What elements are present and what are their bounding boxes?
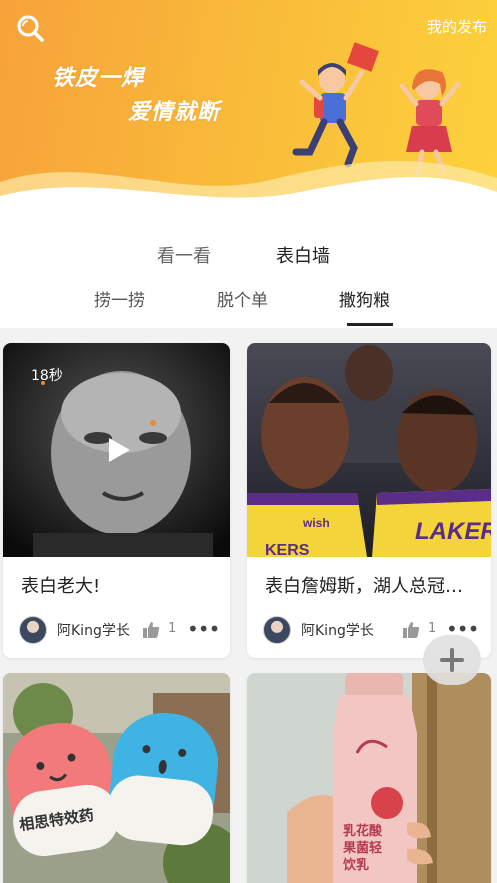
svg-text:wish: wish [302,516,330,530]
card-image[interactable]: wish LAKER KERS [247,343,491,557]
card-footer: 阿King学长 1 ••• [19,616,220,644]
author-name: 阿King学长 [57,623,130,639]
plus-icon [440,648,464,672]
more-icon[interactable]: ••• [187,619,220,639]
tab-confession-wall-label: 表白墙 [276,246,330,267]
subtab-get-partner[interactable]: 脱个单 [217,286,268,311]
like-count: 1 [168,621,177,636]
card-title: 表白老大! [21,576,101,597]
card-image-text: 乳花酸果菌轻饮乳 [343,824,383,873]
my-posts-link[interactable]: 我的发布 [427,16,487,37]
thumb-up-icon[interactable] [402,621,420,639]
subtab-active-indicator [347,323,393,326]
tab-look[interactable]: 看一看 [157,242,211,268]
header-banner: 我的发布 铁皮一焊 爱情就断 [0,0,497,222]
svg-text:KERS: KERS [265,542,310,557]
avatar[interactable] [263,616,291,644]
banner-wave [0,160,497,222]
post-card[interactable]: 相思特效药 [3,673,230,883]
subtab-dog-food[interactable]: 撒狗粮 [339,286,390,311]
author-name: 阿King学长 [301,623,374,639]
thumb-up-icon[interactable] [142,621,160,639]
card-image[interactable] [3,673,230,883]
svg-text:LAKER: LAKER [415,518,491,545]
post-card[interactable]: 乳花酸果菌轻饮乳 [247,673,491,883]
tab-look-label: 看一看 [157,246,211,267]
avatar[interactable] [19,616,47,644]
like-count: 1 [428,621,437,636]
tabs-area: 看一看 表白墙 捞一捞 脱个单 撒狗粮 [0,222,497,328]
subtab-fish[interactable]: 捞一捞 [94,286,145,311]
card-title: 表白詹姆斯，湖人总冠军！ [265,576,477,597]
post-card[interactable]: 18秒 表白老大! 阿King学长 1 ••• [3,343,230,658]
slogan-line-2: 爱情就断 [128,100,221,125]
slogan-line-1: 铁皮一焊 [52,66,145,91]
video-duration: 18秒 [31,368,63,384]
tab-confession-wall[interactable]: 表白墙 [270,242,336,268]
search-icon[interactable] [14,12,46,44]
play-icon[interactable] [106,436,132,464]
post-card[interactable]: wish LAKER KERS 表白詹姆斯，湖人总冠军！ 阿King学长 1 •… [247,343,491,658]
add-post-button[interactable] [423,635,481,685]
